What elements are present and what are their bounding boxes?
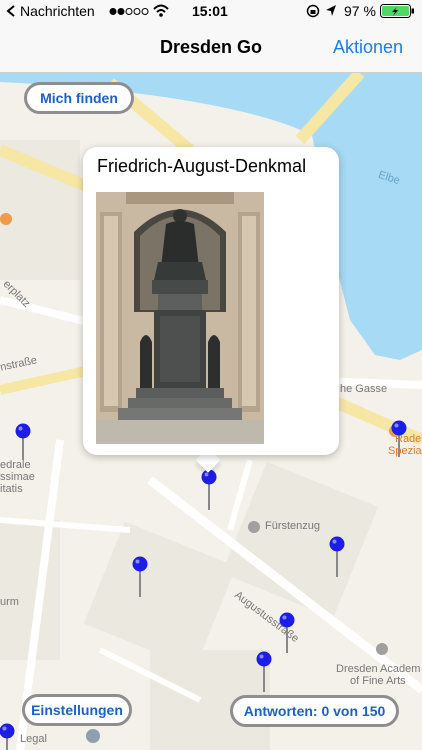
find-me-button[interactable]: Mich finden [24, 82, 134, 114]
status-bar: Nachrichten 15:01 97 % [0, 0, 422, 22]
actions-button[interactable]: Aktionen [333, 37, 403, 58]
landmark-callout[interactable]: Friedrich-August-Denkmal [83, 147, 339, 455]
map-pin[interactable] [131, 555, 149, 599]
restaurant-poi-icon [0, 213, 12, 225]
map-label-urm: urm [0, 596, 19, 608]
signal-dots-icon [109, 8, 149, 15]
settings-button[interactable]: Einstellungen [22, 694, 132, 726]
battery-percent: 97 % [344, 3, 376, 19]
map-pin[interactable] [278, 611, 296, 655]
callout-title: Friedrich-August-Denkmal [97, 156, 307, 176]
map-pin[interactable] [390, 419, 408, 459]
poi-academy-icon [376, 643, 388, 655]
poi-icon [248, 521, 260, 533]
landmark-photo[interactable] [96, 192, 264, 444]
map-label-gasse: he Gasse [340, 383, 388, 395]
orientation-lock-icon [306, 4, 320, 18]
map-label-academy-2: of Fine Arts [350, 675, 406, 687]
navigation-bar: Dresden Go Aktionen [0, 22, 422, 73]
back-app-label[interactable]: Nachrichten [20, 3, 95, 19]
map-label-legal: Legal [20, 733, 47, 745]
map-label-kathedrale-3: itatis [0, 483, 23, 495]
map-label-kathedrale-2: ssimae [0, 471, 35, 483]
location-arrow-icon [326, 5, 336, 16]
map-label-fuerstenzug: Fürstenzug [265, 520, 321, 532]
wifi-icon [153, 4, 169, 17]
answers-button[interactable]: Antworten: 0 von 150 [230, 695, 399, 727]
statue-image [96, 192, 264, 444]
clock: 15:01 [192, 3, 228, 19]
museum-poi-icon [86, 729, 100, 743]
map-pin[interactable] [0, 722, 16, 750]
map-pin[interactable] [328, 535, 346, 579]
battery-icon [380, 4, 414, 18]
map-pin[interactable] [255, 650, 273, 694]
map-label-academy-1: Dresden Academ [336, 663, 421, 675]
map-pin[interactable] [14, 422, 32, 462]
back-chevron-icon[interactable] [6, 5, 16, 17]
map-pin[interactable] [200, 468, 218, 512]
